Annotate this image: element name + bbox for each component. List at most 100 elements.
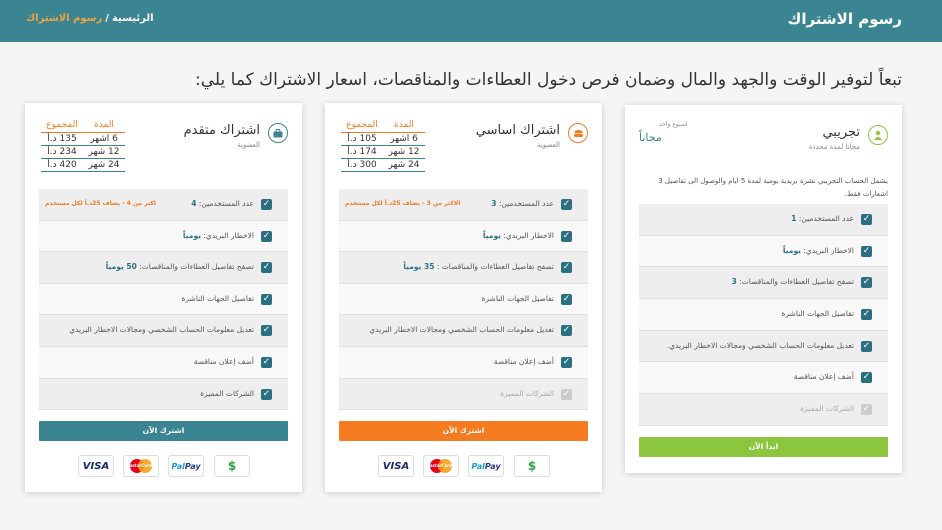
duration-header: المدة	[394, 120, 414, 130]
price-total: 420 د.أ	[47, 160, 77, 170]
paypal-icon: Pay Pal	[468, 455, 504, 477]
price-row: 24 شهر 420 د.أ	[41, 159, 125, 172]
feature-text: الاخطار البريدي:	[203, 230, 254, 240]
price-row: 6 اشهر 105 د.أ	[341, 133, 425, 146]
price-duration: 24 شهر	[388, 160, 420, 170]
feature-text: الشركات المميزة	[200, 388, 254, 398]
feature-row: ✓ الاخطار البريدي: يومياً	[339, 220, 588, 253]
feature-text: تفاصيل الجهات الناشرة	[181, 293, 254, 303]
feature-text: الشركات المميزة	[500, 388, 554, 398]
trial-description: يشمل الحساب التجريبي نشرة بريدية يومية ل…	[658, 177, 888, 198]
start-now-button[interactable]: ابدأ الآن	[639, 437, 888, 457]
checkbox-icon[interactable]: ✓	[861, 245, 872, 257]
advanced-plan-card: اشتراك متقدم العضوية المدة المجموع 6 اشهر 1…	[25, 103, 302, 492]
feature-label: الشركات المميزة	[800, 404, 854, 413]
feature-value: 3	[491, 199, 497, 208]
feature-row: ✓ تصفح تفاصيل العطاءات والمناقصات: 50 يوم…	[39, 252, 288, 284]
basic-plan-card: اشتراك اساسي العضوية المدة المجموع 6 اشهر 1…	[325, 103, 602, 492]
feature-row: ✓ أضف إعلان مناقصة	[639, 362, 888, 395]
checkbox-icon[interactable]: ✓	[561, 325, 572, 337]
feature-value: يومياً	[482, 230, 501, 240]
paypal-label-b: Pal	[471, 461, 485, 471]
feature-text: تعديل معلومات الحساب الشخصي ومجالات الاخ…	[666, 340, 854, 350]
paypal-label-b: Pal	[171, 461, 185, 471]
feature-text: تعديل معلومات الحساب الشخصي ومجالات الاخ…	[369, 325, 554, 335]
subscribe-now-button[interactable]: اشترك الآن	[39, 421, 288, 441]
feature-value: 3	[731, 277, 737, 287]
checkbox-icon[interactable]: ✓	[261, 230, 272, 242]
checkbox-icon[interactable]: ✓	[561, 293, 572, 305]
paypal-label-a: Pay	[184, 461, 201, 471]
checkbox-icon[interactable]: ✓	[561, 230, 572, 242]
price-total: 234 د.أ	[47, 147, 77, 157]
checkbox-icon[interactable]: ✓	[861, 214, 872, 225]
feature-text: عدد المستخدمين:	[198, 199, 254, 208]
feature-label: تعديل معلومات الحساب الشخصي ومجالات الاخ…	[667, 341, 854, 350]
checkbox-icon[interactable]: ✓	[261, 293, 272, 305]
feature-text: أضف إعلان مناقصة	[193, 356, 254, 366]
price-total: 135 د.أ	[47, 134, 77, 144]
feature-text: عدد المستخدمين:	[798, 214, 854, 223]
feature-row: ✓ تعديل معلومات الحساب الشخصي ومجالات الا…	[639, 331, 888, 363]
breadcrumb: الرئيسية/رسوم الاشتراك	[26, 13, 154, 24]
price-duration: 6 اشهر	[390, 134, 418, 144]
feature-text: أضف إعلان مناقصة	[493, 356, 554, 366]
feature-value: 4	[191, 199, 197, 208]
feature-list: ✓ عدد المستخدمين: 1 ✓ الاخطار البريدي: يومي…	[639, 204, 888, 426]
checkbox-icon[interactable]: ✓	[561, 356, 572, 368]
checkbox-icon[interactable]: ✓	[861, 340, 872, 352]
feature-label: الشركات المميزة	[500, 389, 554, 398]
plan-name: تجريبي	[822, 125, 860, 140]
checkbox-icon[interactable]: ✓	[861, 372, 872, 384]
checkbox-icon[interactable]: ✓	[561, 388, 572, 400]
user-icon	[868, 125, 888, 145]
feature-list: ✓ عدد المستخدمين: 4 اكثر من 4 - يضاف 25د.أ…	[39, 189, 288, 411]
visa-icon: VISA	[78, 455, 114, 477]
feature-note: الاكثر من 3 - يضاف 25د.أ لكل مستخدم	[345, 200, 461, 207]
briefcase-icon	[268, 123, 288, 143]
feature-label: تفاصيل الجهات الناشرة	[181, 294, 254, 303]
checkbox-icon[interactable]: ✓	[261, 325, 272, 337]
price-row: 6 اشهر 135 د.أ	[41, 133, 125, 146]
feature-row: ✓ أضف إعلان مناقصة	[39, 346, 288, 379]
plan-subtitle: العضوية	[237, 141, 260, 149]
checkbox-icon[interactable]: ✓	[861, 404, 872, 416]
group-icon	[568, 123, 588, 143]
feature-label: تصفح تفاصيل العطاءات والمناقصات: 3	[732, 277, 854, 286]
price-row: 12 شهر 174 د.أ	[341, 146, 425, 159]
feature-list: ✓ عدد المستخدمين: 3 الاكثر من 3 - يضاف 25د…	[339, 189, 588, 411]
checkbox-icon[interactable]: ✓	[261, 262, 272, 274]
subscribe-now-button[interactable]: اشترك الآن	[339, 421, 588, 441]
feature-value: يومياً	[182, 230, 201, 240]
checkbox-icon[interactable]: ✓	[561, 199, 572, 210]
price-duration: 12 شهر	[388, 147, 420, 157]
price-total: 174 د.أ	[347, 147, 377, 157]
plan-subtitle: العضوية	[537, 141, 560, 149]
feature-label: تصفح تفاصيل العطاءات والمناقصات: 50 يومي…	[106, 262, 254, 271]
feature-value: 50 يومياً	[105, 262, 137, 272]
checkbox-icon[interactable]: ✓	[261, 388, 272, 400]
paypal-label-a: Pay	[484, 461, 501, 471]
cash-icon: $	[514, 455, 550, 477]
headline: تبعاً لتوفير الوقت والجهد والمال وضمان ف…	[194, 70, 902, 90]
paypal-icon: Pay Pal	[168, 455, 204, 477]
plan-name: اشتراك اساسي	[475, 123, 560, 138]
feature-value: 1	[791, 214, 797, 223]
price-row: 24 شهر 300 د.أ	[341, 159, 425, 172]
checkbox-icon[interactable]: ✓	[261, 199, 272, 210]
feature-row: ✓ الاخطار البريدي: يومياً	[639, 235, 888, 268]
price-tag: اسبوع واحد	[659, 121, 688, 128]
feature-label: الاخطار البريدي: يومياً	[483, 231, 554, 240]
cash-icon: $	[214, 455, 250, 477]
checkbox-icon[interactable]: ✓	[561, 262, 572, 274]
feature-row: ✓ تصفح تفاصيل العطاءات والمناقصات: 3	[639, 267, 888, 300]
breadcrumb-home-link[interactable]: الرئيسية	[112, 13, 154, 24]
checkbox-icon[interactable]: ✓	[861, 277, 872, 289]
checkbox-icon[interactable]: ✓	[261, 356, 272, 368]
feature-label: عدد المستخدمين: 3	[491, 199, 554, 208]
price-duration: 6 اشهر	[90, 134, 118, 144]
checkbox-icon[interactable]: ✓	[861, 309, 872, 321]
feature-text: تصفح تفاصيل العطاءات والمناقصات:	[739, 277, 854, 287]
feature-row: ✓ عدد المستخدمين: 3 الاكثر من 3 - يضاف 25د…	[339, 189, 588, 221]
feature-label: الاخطار البريدي: يومياً	[183, 231, 254, 240]
